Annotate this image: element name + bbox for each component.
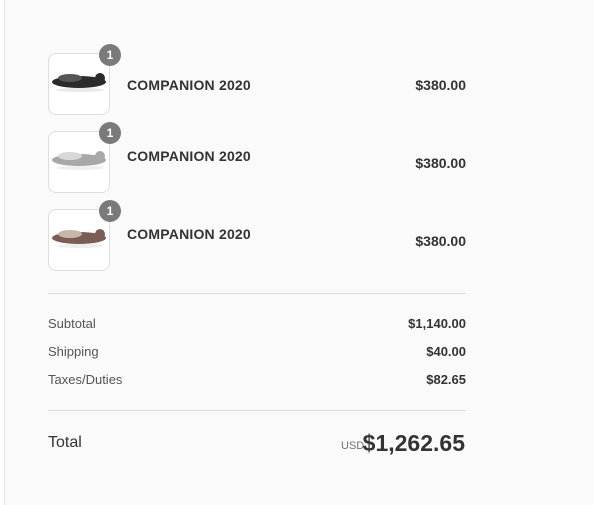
product-thumbnail: [48, 53, 110, 115]
subtotal-row: Subtotal $1,140.00: [48, 316, 466, 334]
order-summary-panel: 1 COMPANION 2020 $380.00 1 COMPANION 202…: [4, 0, 594, 505]
quantity-badge: 1: [99, 122, 121, 144]
item-price: $380.00: [415, 77, 466, 93]
divider: [48, 293, 466, 294]
item-price: $380.00: [415, 155, 466, 171]
line-item: 1 COMPANION 2020 $380.00: [48, 44, 466, 117]
line-item: 1 COMPANION 2020 $380.00: [48, 200, 466, 273]
figure-lying-brown-thumbnail-icon: [52, 229, 106, 248]
item-name: COMPANION 2020: [127, 77, 251, 93]
shipping-row: Shipping $40.00: [48, 344, 466, 362]
figure-lying-grey-thumbnail-icon: [52, 151, 106, 170]
product-thumbnail: [48, 131, 110, 193]
taxes-value: $82.65: [426, 372, 466, 387]
line-item: 1 COMPANION 2020 $380.00: [48, 122, 466, 195]
shipping-label: Shipping: [48, 344, 99, 359]
subtotal-value: $1,140.00: [408, 316, 466, 331]
taxes-label: Taxes/Duties: [48, 372, 123, 387]
item-price: $380.00: [415, 233, 466, 249]
quantity-badge: 1: [99, 200, 121, 222]
quantity-badge: 1: [99, 44, 121, 66]
figure-lying-black-thumbnail-icon: [52, 73, 106, 92]
divider: [48, 410, 466, 411]
total-amount: $1,262.65: [362, 430, 465, 456]
total-label: Total: [48, 434, 82, 451]
item-name: COMPANION 2020: [127, 148, 251, 164]
taxes-row: Taxes/Duties $82.65: [48, 372, 466, 390]
item-name: COMPANION 2020: [127, 226, 251, 242]
shipping-value: $40.00: [426, 344, 466, 359]
product-thumbnail: [48, 209, 110, 271]
total-currency: USD: [341, 440, 365, 452]
subtotal-label: Subtotal: [48, 316, 96, 331]
